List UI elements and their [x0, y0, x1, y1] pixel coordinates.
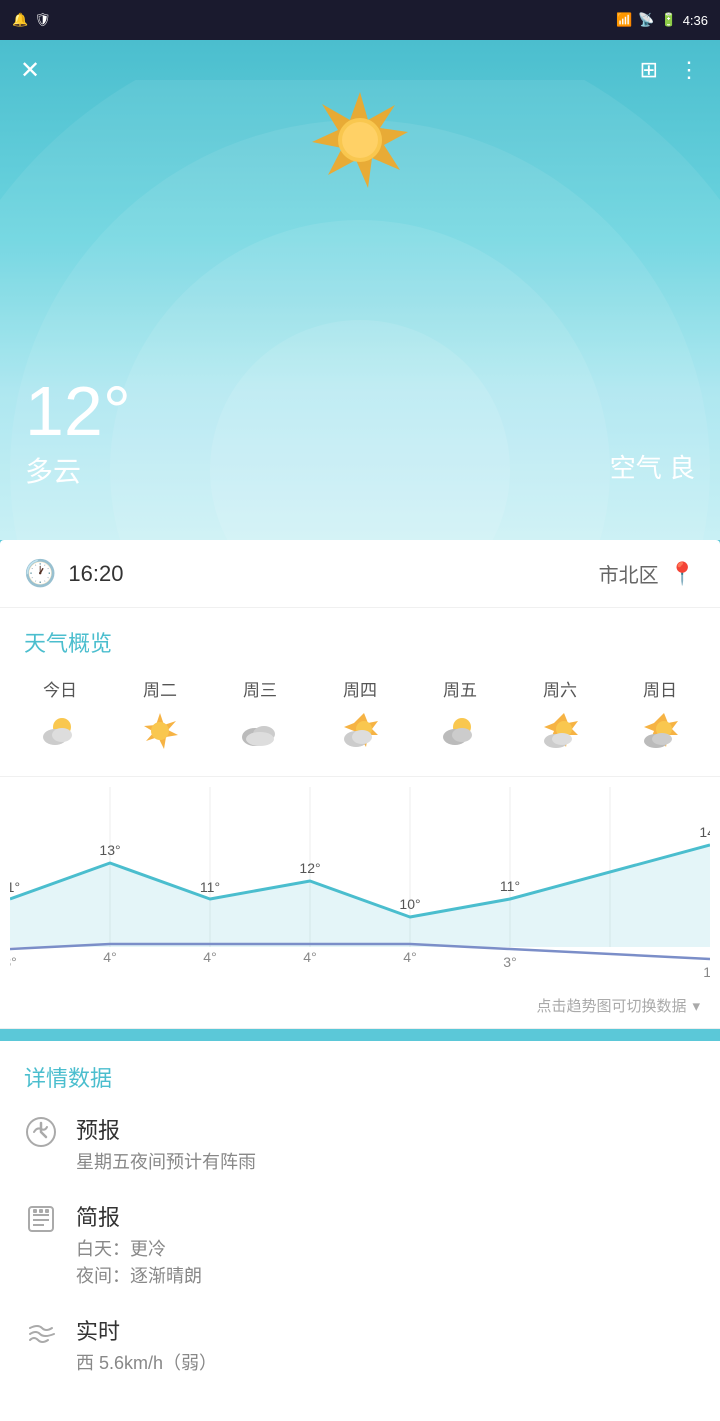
day-icon-today	[40, 711, 80, 760]
temperature-chart: 11° 13° 11° 12° 10° 11° 14° 3° 4° 4° 4° …	[10, 787, 710, 977]
day-icon-tue	[140, 711, 180, 760]
svg-text:4°: 4°	[303, 949, 316, 965]
svg-text:11°: 11°	[10, 879, 20, 895]
day-icon-thu	[340, 711, 380, 760]
day-label-thu: 周四	[343, 676, 377, 701]
wind-subtitle: 西 5.6km/h（弱）	[76, 1350, 217, 1377]
svg-text:4°: 4°	[403, 949, 416, 965]
weather-info: 12° 多云	[25, 376, 131, 490]
day-icon-sun	[640, 711, 680, 760]
main-card: 🕐 16:20 市北区 📍 天气概览 今日	[0, 540, 720, 1029]
svg-text:12°: 12°	[299, 860, 320, 876]
day-item-thu: 周四	[310, 676, 410, 760]
day-item-wed: 周三	[210, 676, 310, 760]
svg-text:3°: 3°	[10, 954, 17, 970]
top-bar-right: ⊞ ⋮	[640, 57, 700, 83]
chevron-down-icon: ▾	[692, 997, 700, 1015]
close-button[interactable]: ✕	[20, 56, 40, 85]
location-right: 市北区 📍	[599, 559, 696, 588]
more-options-icon[interactable]: ⋮	[678, 57, 700, 83]
forecast-icon	[24, 1115, 60, 1156]
svg-text:3°: 3°	[503, 954, 516, 970]
svg-text:4°: 4°	[103, 949, 116, 965]
day-item-tue: 周二	[110, 676, 210, 760]
detail-item-forecast: 预报 星期五夜间预计有阵雨	[24, 1113, 696, 1176]
wifi-icon: 📶	[616, 12, 632, 28]
forecast-subtitle: 星期五夜间预计有阵雨	[76, 1149, 256, 1176]
svg-text:1°: 1°	[703, 964, 710, 977]
detail-item-briefing: 简报 白天：更冷 夜间：逐渐晴朗	[24, 1200, 696, 1290]
signal-icon: 📡	[638, 12, 654, 28]
grid-icon[interactable]: ⊞	[640, 57, 658, 83]
shield-icon: 🛡	[34, 12, 51, 28]
status-bar: 🔔 🛡 📶 📡 🔋 4:36	[0, 0, 720, 40]
day-icon-fri	[440, 711, 480, 760]
detail-item-wind: 实时 西 5.6km/h（弱）	[24, 1314, 696, 1377]
overview-title: 天气概览	[0, 608, 720, 668]
current-time: 16:20	[68, 561, 123, 587]
wind-icon	[24, 1316, 60, 1357]
briefing-icon	[24, 1202, 60, 1243]
chart-note: 点击趋势图可切换数据 ▾	[0, 987, 720, 1028]
day-label-today: 今日	[43, 676, 77, 701]
details-title: 详情数据	[24, 1061, 696, 1093]
location-pin-icon[interactable]: 📍	[669, 561, 696, 587]
wind-title: 实时	[76, 1314, 217, 1346]
air-quality-display: 空气 良	[610, 448, 695, 485]
status-bar-left: 🔔 🛡	[12, 12, 51, 28]
briefing-content: 简报 白天：更冷 夜间：逐渐晴朗	[76, 1200, 202, 1290]
svg-text:10°: 10°	[399, 896, 420, 912]
forecast-content: 预报 星期五夜间预计有阵雨	[76, 1113, 256, 1176]
svg-text:14°: 14°	[699, 824, 710, 840]
notification-icon: 🔔	[12, 12, 28, 28]
day-label-sun: 周日	[643, 676, 677, 701]
day-item-sun: 周日	[610, 676, 710, 760]
location-name: 市北区	[599, 559, 659, 588]
top-bar: ✕ ⊞ ⋮	[0, 40, 720, 100]
day-label-tue: 周二	[143, 676, 177, 701]
time-left: 🕐 16:20	[24, 558, 123, 589]
details-section: 详情数据 预报 星期五夜间预计有阵雨	[0, 1041, 720, 1421]
day-label-sat: 周六	[543, 676, 577, 701]
temperature-display: 12°	[25, 376, 131, 446]
weather-header: ✕ ⊞ ⋮ 12° 多云 空气 良	[0, 40, 720, 540]
chart-section[interactable]: 11° 13° 11° 12° 10° 11° 14° 3° 4° 4° 4° …	[0, 777, 720, 1029]
clock-icon: 🕐	[24, 558, 56, 589]
day-icon-sat	[540, 711, 580, 760]
status-bar-right: 📶 📡 🔋 4:36	[616, 12, 708, 28]
forecast-title: 预报	[76, 1113, 256, 1145]
svg-text:13°: 13°	[99, 842, 120, 858]
days-row: 今日 周二	[0, 668, 720, 777]
time-row: 🕐 16:20 市北区 📍	[0, 540, 720, 608]
svg-text:11°: 11°	[200, 879, 220, 895]
battery-icon: 🔋	[661, 12, 677, 28]
svg-text:11°: 11°	[500, 878, 520, 894]
status-time: 4:36	[683, 13, 708, 28]
svg-text:4°: 4°	[203, 949, 216, 965]
day-icon-wed	[240, 711, 280, 760]
weather-description: 多云	[25, 450, 131, 490]
briefing-subtitle: 白天：更冷 夜间：逐渐晴朗	[76, 1236, 202, 1290]
wind-content: 实时 西 5.6km/h（弱）	[76, 1314, 217, 1377]
day-item-fri: 周五	[410, 676, 510, 760]
overview-section: 天气概览 今日 周二	[0, 608, 720, 777]
day-item-today: 今日	[10, 676, 110, 760]
chart-note-text: 点击趋势图可切换数据	[536, 995, 686, 1016]
briefing-title: 简报	[76, 1200, 202, 1232]
day-item-sat: 周六	[510, 676, 610, 760]
sun-weather-icon	[310, 90, 410, 212]
day-label-wed: 周三	[243, 676, 277, 701]
day-label-fri: 周五	[443, 676, 477, 701]
